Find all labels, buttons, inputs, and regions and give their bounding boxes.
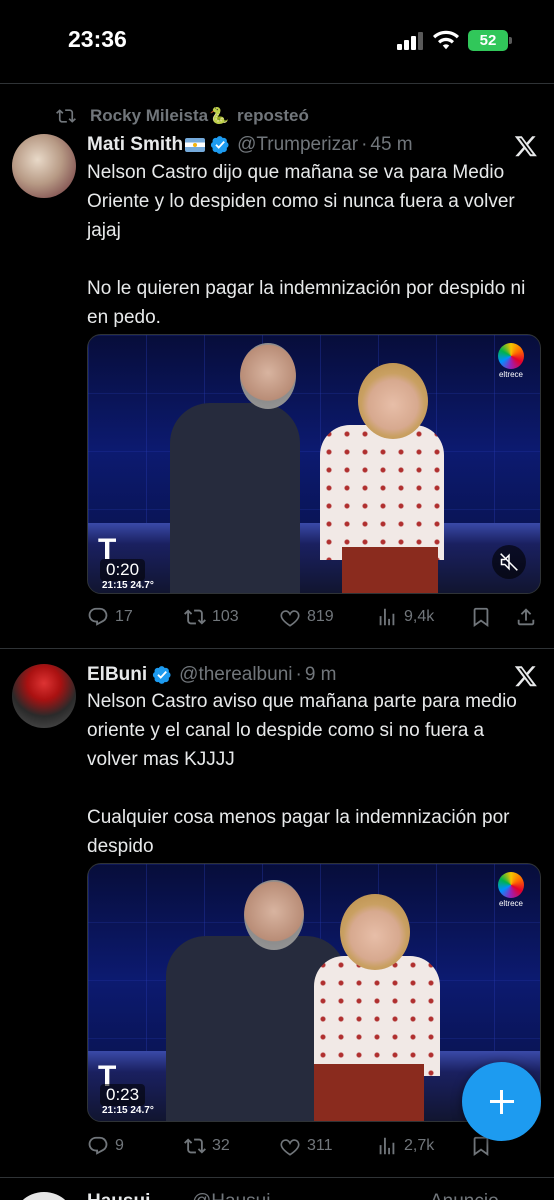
tweet-divider	[0, 1177, 554, 1178]
views-button[interactable]: 2,7k	[376, 1132, 434, 1160]
repost-button[interactable]: 103	[184, 603, 239, 631]
argentina-flag-icon	[185, 138, 206, 152]
heart-icon	[280, 610, 300, 627]
tweet-paragraph: Nelson Castro dijo que mañana se va para…	[87, 162, 515, 241]
repost-count: 103	[212, 608, 239, 625]
presenter-man	[170, 403, 300, 593]
presenter-man-head	[244, 880, 304, 950]
author-name[interactable]: Mati Smith	[87, 134, 183, 156]
reply-count: 9	[115, 1137, 124, 1154]
tweet-header: ElBuni @therealbuni · 9 m	[87, 662, 337, 688]
like-count: 819	[307, 608, 334, 625]
presenter-woman-head	[340, 894, 410, 970]
compose-button[interactable]	[462, 1062, 541, 1141]
reply-count: 17	[115, 608, 133, 625]
author-handle[interactable]: @therealbuni	[179, 664, 292, 686]
views-icon	[379, 1137, 395, 1155]
status-bar: 23:36 52	[0, 0, 554, 84]
tweet-header: Mati Smith @Trumperizar · 45 m	[87, 132, 413, 158]
channel-logo: eltrece	[494, 343, 528, 379]
verified-badge-icon	[153, 666, 171, 684]
like-button[interactable]: 311	[279, 1132, 333, 1160]
channel-logo-icon	[498, 872, 524, 898]
x-logo-icon	[514, 136, 537, 157]
channel-name: eltrece	[498, 899, 523, 908]
snake-emoji: 🐍	[209, 108, 230, 125]
tweet-time[interactable]: 45 m	[370, 134, 412, 156]
wifi-icon	[433, 30, 459, 50]
repost-count: 32	[212, 1137, 230, 1154]
avatar[interactable]	[12, 664, 76, 728]
tweet-paragraph: No le quieren pagar la indemnización por…	[87, 278, 526, 328]
repost-button[interactable]: 32	[184, 1132, 230, 1160]
presenter-woman-head	[358, 363, 428, 439]
avatar[interactable]	[12, 1192, 76, 1200]
studio-desk	[88, 523, 540, 593]
presenter-woman-skirt	[314, 1064, 424, 1121]
broadcast-clock: 21:15 24.7°	[102, 1105, 154, 1116]
bookmark-icon	[473, 607, 489, 628]
views-icon	[379, 608, 395, 626]
channel-name: eltrece	[498, 370, 523, 379]
battery-icon: 52	[468, 30, 512, 51]
reply-icon	[88, 1136, 108, 1155]
author-name[interactable]: Hausui	[87, 1192, 150, 1200]
repost-context[interactable]: Rocky Mileista 🐍 reposteó	[56, 104, 309, 128]
mute-button[interactable]	[492, 545, 526, 579]
reposted-by-name[interactable]: Rocky Mileista	[90, 106, 208, 126]
ad-label: Anuncio	[430, 1192, 499, 1200]
status-time: 23:36	[68, 26, 127, 52]
avatar[interactable]	[12, 134, 76, 198]
presenter-woman	[314, 956, 440, 1076]
reply-icon	[88, 607, 108, 626]
muted-speaker-icon	[500, 553, 518, 571]
share-icon	[517, 608, 535, 626]
x-logo-icon	[514, 666, 537, 687]
bookmark-button[interactable]	[470, 603, 498, 631]
video-duration: 0:20	[100, 559, 146, 581]
tweet-text: Nelson Castro aviso que mañana parte par…	[87, 687, 527, 890]
views-count: 2,7k	[404, 1137, 435, 1154]
video-duration: 0:23	[100, 1084, 146, 1106]
tweet-actions: 9 32 311 2,7k	[87, 1132, 537, 1160]
like-button[interactable]: 819	[279, 603, 334, 631]
presenter-woman	[320, 425, 444, 560]
tweet-time[interactable]: 9 m	[305, 664, 337, 686]
cellular-signal-icon	[397, 32, 423, 50]
repost-icon	[184, 1138, 206, 1154]
author-handle[interactable]: @Trumperizar	[237, 134, 358, 156]
tweet-divider	[0, 648, 554, 649]
reposted-label: reposteó	[237, 106, 309, 125]
verified-badge-icon	[210, 136, 229, 154]
tweet-text: Nelson Castro dijo que mañana se va para…	[87, 158, 527, 361]
separator-dot: ·	[361, 134, 368, 155]
reply-button[interactable]: 17	[87, 603, 133, 631]
author-name[interactable]: ElBuni	[87, 664, 147, 686]
reply-button[interactable]: 9	[87, 1132, 124, 1160]
repost-icon	[56, 109, 76, 123]
next-tweet-peek[interactable]: Hausui @Hausui Anuncio	[0, 1188, 554, 1200]
tweet-paragraph: Nelson Castro aviso que mañana parte par…	[87, 691, 517, 770]
broadcast-clock: 21:15 24.7°	[102, 580, 154, 591]
tweet-paragraph: Cualquier cosa menos pagar la indemnizac…	[87, 807, 510, 857]
channel-logo-icon	[498, 343, 524, 369]
channel-logo: eltrece	[494, 872, 528, 908]
views-button[interactable]: 9,4k	[376, 603, 434, 631]
repost-icon	[184, 609, 206, 625]
tweet-actions: 17 103 819 9,4k	[87, 603, 537, 631]
like-count: 311	[307, 1137, 333, 1154]
share-button[interactable]	[515, 603, 543, 631]
presenter-man-head	[240, 343, 296, 409]
separator-dot: ·	[295, 664, 302, 685]
views-count: 9,4k	[404, 608, 435, 625]
video-player[interactable]: eltrece T 0:20 21:15 24.7°	[87, 334, 541, 594]
heart-icon	[280, 1139, 300, 1156]
author-handle[interactable]: @Hausui	[192, 1192, 270, 1200]
presenter-woman-skirt	[342, 547, 438, 593]
